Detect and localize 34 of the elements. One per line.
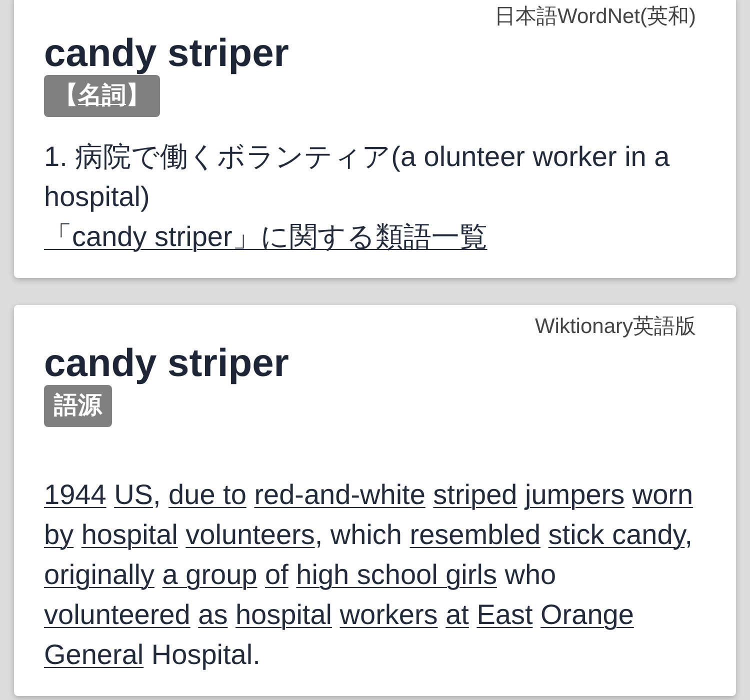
word-link[interactable]: striped	[433, 479, 518, 510]
word-link[interactable]: high school girls	[296, 559, 497, 590]
word-link[interactable]: at	[446, 599, 469, 630]
word-link[interactable]: jumpers	[525, 479, 625, 510]
word-link[interactable]: workers	[340, 599, 438, 630]
word-link[interactable]: as	[198, 599, 228, 630]
heading-tag: 語源	[44, 385, 112, 427]
heading-tag: 【名詞】	[44, 75, 160, 117]
word-link[interactable]: worn	[632, 479, 694, 510]
word-link[interactable]: East	[476, 599, 533, 630]
word-link[interactable]: US	[114, 479, 153, 510]
word-link[interactable]: volunteers	[186, 519, 315, 550]
headword-title: candy striper	[44, 343, 290, 385]
synonyms-link[interactable]: 「candy striper」に関する類語一覧	[44, 221, 488, 252]
word-link[interactable]: 1944	[44, 479, 106, 510]
word-link[interactable]: volunteered	[44, 599, 190, 630]
etymology-text: 1944 US, due to red-and-white striped jumpers worn by hospital volunteers, which resembled stick candy, originally a group of high school girls who volunteered as hospital workers at East Orange General Hospital.	[44, 478, 694, 672]
tag-link[interactable]: 名詞	[78, 82, 126, 109]
word-link[interactable]: due to	[168, 479, 246, 510]
word-link[interactable]: Orange	[540, 599, 634, 630]
word-link[interactable]: hospital	[81, 519, 178, 550]
source-label: 日本語WordNet(英和)	[494, 7, 696, 27]
word-link[interactable]: originally	[44, 559, 154, 590]
word-link[interactable]: red-and-white	[254, 479, 426, 510]
headword-title: candy striper	[44, 33, 290, 75]
word-link[interactable]: stick candy	[548, 519, 685, 550]
word-link[interactable]: a group	[162, 559, 258, 590]
definition-text: 1. 病院で働くボランティア(a olunteer worker in a hospital)	[44, 140, 671, 214]
word-link[interactable]: hospital	[235, 599, 332, 630]
word-link[interactable]: by	[44, 519, 74, 550]
word-link[interactable]: General	[44, 639, 144, 670]
source-label: Wiktionary英語版	[534, 317, 696, 337]
word-link[interactable]: of	[265, 559, 288, 590]
word-link[interactable]: resembled	[410, 519, 541, 550]
